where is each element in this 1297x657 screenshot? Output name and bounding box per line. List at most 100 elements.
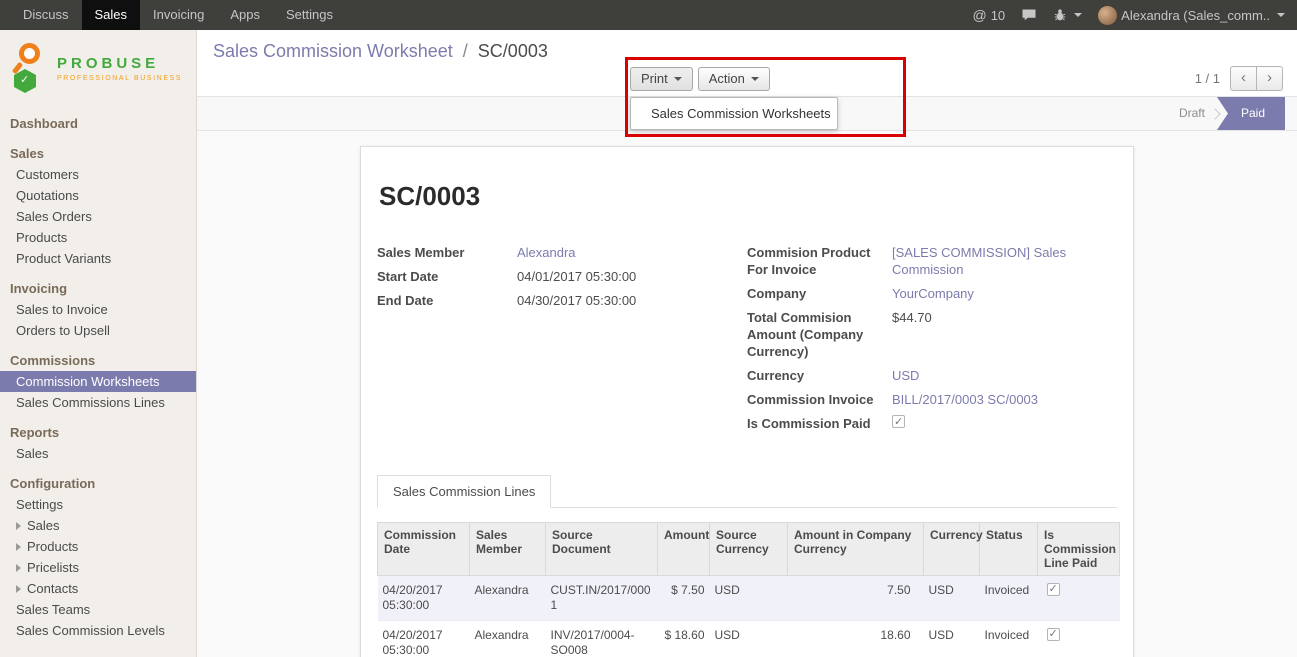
- sidebar-item-sales-to-invoice[interactable]: Sales to Invoice: [0, 299, 196, 320]
- column-commission-date[interactable]: Commission Date: [378, 523, 470, 576]
- menu-apps[interactable]: Apps: [217, 0, 273, 30]
- sidebar-item-orders-to-upsell[interactable]: Orders to Upsell: [0, 320, 196, 341]
- magnifier-icon: [19, 43, 40, 64]
- column-source-currency[interactable]: Source Currency: [710, 523, 788, 576]
- caret-down-icon: [1074, 13, 1082, 17]
- notebook-tabs: Sales Commission Lines: [377, 475, 1117, 508]
- action-button[interactable]: Action: [698, 67, 770, 91]
- sidebar-nav: Dashboard Sales Customers Quotations Sal…: [0, 113, 196, 641]
- sidebar-item-config-sales[interactable]: Sales: [0, 515, 196, 536]
- probuse-logo-icon: [12, 42, 48, 94]
- cell-amount: $ 7.50: [658, 576, 710, 621]
- table-row[interactable]: 04/20/2017 05:30:00 Alexandra CUST.IN/20…: [378, 576, 1120, 621]
- field-value-link[interactable]: YourCompany: [892, 285, 1107, 302]
- cell-sales-member: Alexandra: [470, 576, 546, 621]
- sidebar-section-sales[interactable]: Sales: [0, 143, 196, 164]
- sidebar-item-label: Commission Worksheets: [16, 374, 160, 389]
- sidebar-section-reports[interactable]: Reports: [0, 422, 196, 443]
- column-currency[interactable]: Currency: [924, 523, 980, 576]
- sidebar-section-invoicing[interactable]: Invoicing: [0, 278, 196, 299]
- sidebar: PROBUSE PROFESSIONAL BUSINESS Dashboard …: [0, 30, 197, 657]
- column-status[interactable]: Status: [980, 523, 1038, 576]
- sidebar-item-sales-teams[interactable]: Sales Teams: [0, 599, 196, 620]
- field-label: Start Date: [377, 268, 517, 285]
- sidebar-item-config-products[interactable]: Products: [0, 536, 196, 557]
- user-menu[interactable]: Alexandra (Sales_comm..: [1098, 6, 1285, 25]
- sidebar-item-label: Sales: [16, 446, 49, 461]
- menu-settings[interactable]: Settings: [273, 0, 346, 30]
- messages-button[interactable]: [1021, 8, 1037, 22]
- sidebar-item-quotations[interactable]: Quotations: [0, 185, 196, 206]
- sidebar-section-dashboard[interactable]: Dashboard: [0, 113, 196, 134]
- debug-menu-button[interactable]: [1053, 8, 1082, 22]
- print-menu-item-sales-commission-worksheets[interactable]: Sales Commission Worksheets: [631, 102, 837, 125]
- systray: @ 10 Alexandra (Sales_comm..: [972, 0, 1297, 30]
- sidebar-item-config-pricelists[interactable]: Pricelists: [0, 557, 196, 578]
- tab-sales-commission-lines[interactable]: Sales Commission Lines: [377, 475, 551, 508]
- top-navbar: Discuss Sales Invoicing Apps Settings @ …: [0, 0, 1297, 30]
- field-groups: Sales Member Alexandra Start Date 04/01/…: [377, 244, 1117, 439]
- field-label: Is Commission Paid: [747, 415, 892, 432]
- sidebar-item-label: Quotations: [16, 188, 79, 203]
- commission-lines-table: Commission Date Sales Member Source Docu…: [377, 522, 1120, 657]
- sidebar-item-commission-worksheets[interactable]: Commission Worksheets: [0, 371, 196, 392]
- print-button[interactable]: Print: [630, 67, 693, 91]
- pager-previous-button[interactable]: ‹: [1230, 66, 1257, 91]
- sidebar-section-commissions[interactable]: Commissions: [0, 350, 196, 371]
- sidebar-item-sales-orders[interactable]: Sales Orders: [0, 206, 196, 227]
- field-currency: Currency USD: [747, 367, 1107, 384]
- menu-discuss[interactable]: Discuss: [10, 0, 82, 30]
- table-row[interactable]: 04/20/2017 05:30:00 Alexandra INV/2017/0…: [378, 621, 1120, 657]
- menu-invoicing[interactable]: Invoicing: [140, 0, 217, 30]
- sidebar-item-label: Customers: [16, 167, 79, 182]
- cell-amount-company-currency: 18.60: [788, 621, 924, 657]
- column-source-document[interactable]: Source Document: [546, 523, 658, 576]
- sidebar-item-label: Sales Commission Levels: [16, 623, 165, 638]
- sidebar-item-customers[interactable]: Customers: [0, 164, 196, 185]
- column-line-paid[interactable]: Is Commission Line Paid: [1038, 523, 1120, 576]
- line-paid-checkbox[interactable]: [1047, 583, 1060, 596]
- sidebar-section-configuration[interactable]: Configuration: [0, 473, 196, 494]
- sidebar-item-config-contacts[interactable]: Contacts: [0, 578, 196, 599]
- field-value-link[interactable]: [SALES COMMISSION] Sales Commission: [892, 244, 1107, 278]
- mentions-button[interactable]: @ 10: [972, 7, 1005, 23]
- cell-amount: $ 18.60: [658, 621, 710, 657]
- expand-arrow-icon: [16, 585, 21, 593]
- column-sales-member[interactable]: Sales Member: [470, 523, 546, 576]
- sidebar-item-sales-commissions-lines[interactable]: Sales Commissions Lines: [0, 392, 196, 413]
- field-end-date: End Date 04/30/2017 05:30:00: [377, 292, 737, 309]
- field-company: Company YourCompany: [747, 285, 1107, 302]
- is-commission-paid-checkbox[interactable]: [892, 415, 905, 428]
- caret-down-icon: [751, 77, 759, 81]
- sidebar-item-sales-commission-levels[interactable]: Sales Commission Levels: [0, 620, 196, 641]
- brand-tagline: PROFESSIONAL BUSINESS: [57, 75, 182, 82]
- breadcrumb-parent-link[interactable]: Sales Commission Worksheet: [213, 41, 453, 61]
- sidebar-item-settings[interactable]: Settings: [0, 494, 196, 515]
- field-value-link[interactable]: BILL/2017/0003 SC/0003: [892, 391, 1107, 408]
- field-label: Commision Product For Invoice: [747, 244, 892, 278]
- cell-currency: USD: [924, 576, 980, 621]
- column-amount[interactable]: Amount: [658, 523, 710, 576]
- cell-source-currency: USD: [710, 621, 788, 657]
- line-paid-checkbox[interactable]: [1047, 628, 1060, 641]
- cell-source-currency: USD: [710, 576, 788, 621]
- cell-source-document: INV/2017/0004-SO008: [546, 621, 658, 657]
- sidebar-item-reports-sales[interactable]: Sales: [0, 443, 196, 464]
- sidebar-item-product-variants[interactable]: Product Variants: [0, 248, 196, 269]
- menu-sales[interactable]: Sales: [82, 0, 141, 30]
- field-value-link[interactable]: Alexandra: [517, 244, 737, 261]
- status-paid[interactable]: Paid: [1217, 97, 1285, 130]
- main-content: Sales Commission Worksheet / SC/0003 Pri…: [197, 30, 1297, 657]
- sidebar-item-label: Products: [27, 539, 78, 554]
- field-value-link[interactable]: USD: [892, 367, 1107, 384]
- cell-amount-company-currency: 7.50: [788, 576, 924, 621]
- field-is-commission-paid: Is Commission Paid: [747, 415, 1107, 432]
- field-label: Total Commision Amount (Company Currency…: [747, 309, 892, 360]
- user-name: Alexandra (Sales_comm..: [1121, 8, 1270, 23]
- pager-next-button[interactable]: ›: [1256, 66, 1283, 91]
- column-amount-company-currency[interactable]: Amount in Company Currency: [788, 523, 924, 576]
- table-header-row: Commission Date Sales Member Source Docu…: [378, 523, 1120, 576]
- field-value: [892, 415, 1107, 432]
- sidebar-item-products[interactable]: Products: [0, 227, 196, 248]
- cell-line-paid: [1038, 576, 1120, 621]
